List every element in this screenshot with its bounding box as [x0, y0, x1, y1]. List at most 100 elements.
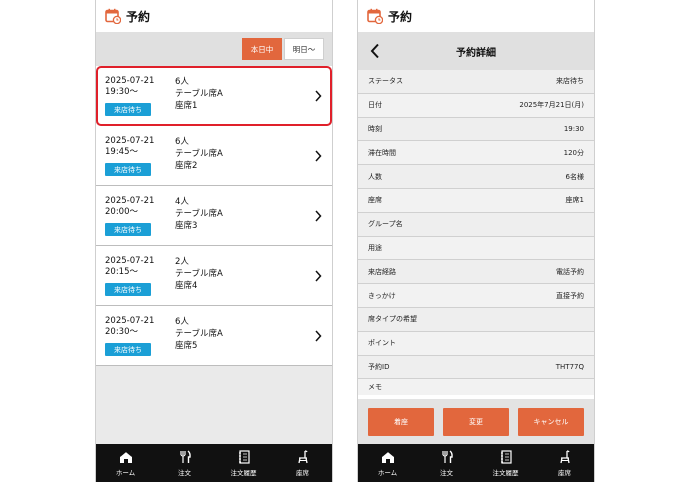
seat-name: 座席5	[175, 341, 198, 351]
party-size: 2人	[175, 257, 189, 267]
tab-label: 注文履歴	[492, 468, 519, 477]
reservation-date: 2025-07-21	[105, 196, 155, 206]
reservation-list: 2025-07-21 19:30～ 来店待ち 6人 テーブル席A 座席1 2025…	[96, 66, 332, 366]
status-badge: 来店待ち	[105, 283, 151, 296]
reservation-time: 19:45～	[105, 147, 138, 157]
table-type: テーブル席A	[175, 149, 223, 159]
tab-order[interactable]: 注文	[417, 444, 476, 482]
status-badge: 来店待ち	[105, 343, 151, 356]
seat-name: 座席3	[175, 221, 198, 231]
reservation-item[interactable]: 2025-07-21 20:30～ 来店待ち 6人 テーブル席A 座席5	[96, 306, 332, 366]
status-badge: 来店待ち	[105, 163, 151, 176]
chair-icon	[559, 449, 570, 463]
reservation-datetime: 2025-07-21 20:30～	[105, 316, 154, 338]
detail-label: グループ名	[368, 220, 403, 229]
reservation-date: 2025-07-21	[105, 256, 155, 266]
action-bar: 着座 変更 キャンセル	[358, 399, 594, 444]
tab-label: ホーム	[115, 468, 136, 477]
filter-tomorrow-button[interactable]: 明日～	[284, 38, 324, 60]
chevron-left-icon[interactable]	[370, 43, 380, 59]
party-size: 6人	[175, 77, 189, 87]
detail-row-status: ステータス 来店待ち	[358, 70, 594, 94]
tab-home[interactable]: ホーム	[96, 444, 155, 482]
detail-label: メモ	[368, 383, 382, 392]
party-size: 6人	[175, 137, 189, 147]
detail-row-seat: 座席 座席1	[358, 188, 594, 213]
detail-label: 予約ID	[368, 362, 390, 371]
table-type: テーブル席A	[175, 209, 223, 219]
reservation-info: 6人 テーブル席A 座席1	[175, 76, 223, 112]
fork-knife-icon	[179, 449, 191, 463]
detail-row-reservation-id: 予約ID THT77Q	[358, 355, 594, 380]
tab-label: 注文	[178, 468, 191, 477]
detail-row-seat-preference: 席タイプの希望	[358, 307, 594, 332]
detail-value: 2025年7月21日(月)	[519, 101, 584, 110]
detail-label: ポイント	[368, 339, 396, 348]
detail-value: 座席1	[565, 196, 584, 205]
detail-value: 120分	[563, 148, 584, 157]
cancel-button[interactable]: キャンセル	[518, 407, 584, 436]
reservation-info: 6人 テーブル席A 座席2	[175, 136, 223, 172]
tab-label: 座席	[558, 468, 571, 477]
reservation-date: 2025-07-21	[105, 316, 155, 326]
calendar-clock-icon	[367, 8, 383, 24]
table-type: テーブル席A	[175, 269, 223, 279]
list-empty-area	[96, 366, 332, 444]
detail-row-points: ポイント	[358, 331, 594, 356]
reservation-time: 20:30～	[105, 327, 138, 337]
tab-seats[interactable]: 座席	[535, 444, 594, 482]
tab-home[interactable]: ホーム	[358, 444, 417, 482]
detail-title: 予約詳細	[456, 47, 496, 59]
tab-label: 注文履歴	[230, 468, 257, 477]
app-header: 予約	[358, 0, 594, 32]
detail-row-purpose: 用途	[358, 236, 594, 261]
chevron-right-icon	[315, 270, 322, 282]
reservation-item[interactable]: 2025-07-21 20:15～ 来店待ち 2人 テーブル席A 座席4	[96, 246, 332, 306]
detail-row-memo: メモ	[358, 379, 594, 396]
reservation-datetime: 2025-07-21 19:30～	[105, 76, 154, 98]
status-badge: 来店待ち	[105, 103, 151, 116]
reservation-info: 6人 テーブル席A 座席5	[175, 316, 223, 352]
calendar-clock-icon	[105, 8, 121, 24]
reservation-info: 2人 テーブル席A 座席4	[175, 256, 223, 292]
detail-row-trigger: きっかけ 直接予約	[358, 284, 594, 308]
chevron-right-icon	[315, 90, 322, 102]
detail-label: 用途	[368, 243, 382, 252]
notebook-icon	[238, 449, 250, 464]
detail-value: 19:30	[563, 124, 584, 133]
detail-row-time: 時刻 19:30	[358, 117, 594, 142]
chair-icon	[297, 449, 308, 463]
tab-order[interactable]: 注文	[155, 444, 214, 482]
reservation-item[interactable]: 2025-07-21 19:30～ 来店待ち 6人 テーブル席A 座席1	[96, 66, 332, 126]
reservation-item[interactable]: 2025-07-21 19:45～ 来店待ち 6人 テーブル席A 座席2	[96, 126, 332, 186]
filter-today-button[interactable]: 本日中	[242, 38, 282, 60]
bottom-tab-bar: ホーム 注文 注文履歴 座席	[358, 444, 594, 482]
seat-guest-button[interactable]: 着座	[368, 407, 434, 436]
reservation-time: 20:00～	[105, 207, 138, 217]
change-button[interactable]: 変更	[443, 407, 509, 436]
app-header: 予約	[96, 0, 332, 32]
detail-label: 座席	[368, 196, 382, 205]
reservation-date: 2025-07-21	[105, 76, 155, 86]
tab-label: 座席	[296, 468, 309, 477]
seat-name: 座席1	[175, 101, 198, 111]
reservation-list-screen: 予約 本日中 明日～ 2025-07-21 19:30～ 来店待ち 6人 テーブル…	[95, 0, 333, 482]
table-type: テーブル席A	[175, 329, 223, 339]
chevron-right-icon	[315, 150, 322, 162]
reservation-datetime: 2025-07-21 20:00～	[105, 196, 154, 218]
reservation-info: 4人 テーブル席A 座席3	[175, 196, 223, 232]
tab-order-history[interactable]: 注文履歴	[476, 444, 535, 482]
home-icon	[119, 450, 132, 463]
seat-name: 座席2	[175, 161, 198, 171]
party-size: 6人	[175, 317, 189, 327]
seat-name: 座席4	[175, 281, 198, 291]
detail-label: 人数	[368, 172, 382, 181]
reservation-item[interactable]: 2025-07-21 20:00～ 来店待ち 4人 テーブル席A 座席3	[96, 186, 332, 246]
reservation-datetime: 2025-07-21 20:15～	[105, 256, 154, 278]
tab-order-history[interactable]: 注文履歴	[214, 444, 273, 482]
tab-label: ホーム	[377, 468, 398, 477]
tab-seats[interactable]: 座席	[273, 444, 332, 482]
detail-value: 電話予約	[556, 267, 584, 276]
detail-row-date: 日付 2025年7月21日(月)	[358, 93, 594, 118]
tab-label: 注文	[440, 468, 453, 477]
